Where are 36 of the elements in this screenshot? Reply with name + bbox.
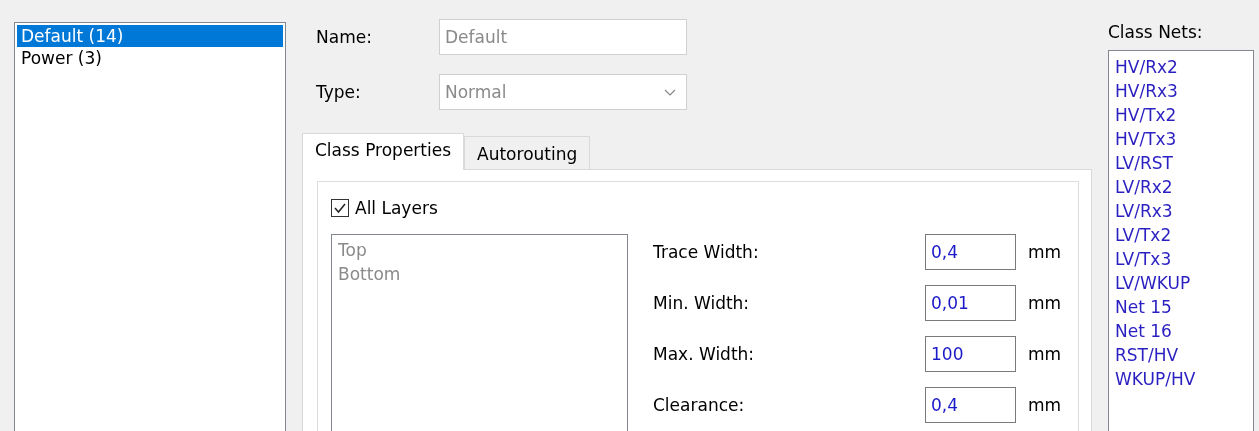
net-item[interactable]: LV/RST bbox=[1115, 151, 1247, 175]
type-label: Type: bbox=[315, 82, 362, 102]
property-label: Min. Width: bbox=[653, 293, 751, 313]
property-label: Clearance: bbox=[653, 395, 746, 415]
net-item[interactable]: LV/WKUP bbox=[1115, 271, 1247, 295]
net-item[interactable]: Net 15 bbox=[1115, 295, 1247, 319]
net-item[interactable]: LV/Tx2 bbox=[1115, 223, 1247, 247]
net-item[interactable]: LV/Rx2 bbox=[1115, 175, 1247, 199]
property-field[interactable]: 0,4 bbox=[925, 234, 1016, 270]
property-field[interactable]: 0,01 bbox=[925, 285, 1016, 321]
name-label: Name: bbox=[315, 27, 373, 47]
net-item[interactable]: Net 16 bbox=[1115, 319, 1247, 343]
unit-label: mm bbox=[1028, 242, 1062, 262]
class-item[interactable]: Default (14) bbox=[17, 25, 283, 47]
unit-label: mm bbox=[1028, 293, 1062, 313]
tab[interactable]: Autorouting bbox=[464, 136, 591, 169]
property-field[interactable]: 100 bbox=[925, 336, 1016, 372]
tab[interactable]: Class Properties bbox=[302, 133, 465, 170]
property-field[interactable]: 0,4 bbox=[925, 387, 1016, 423]
net-item[interactable]: HV/Tx3 bbox=[1115, 127, 1247, 151]
class-item[interactable]: Power (3) bbox=[17, 47, 283, 69]
class-nets-label: Class Nets: bbox=[1108, 22, 1204, 42]
net-item[interactable]: LV/Rx3 bbox=[1115, 199, 1247, 223]
net-item[interactable]: WKUP/HV bbox=[1115, 367, 1247, 391]
unit-label: mm bbox=[1028, 395, 1062, 415]
net-item[interactable]: LV/Tx3 bbox=[1115, 247, 1247, 271]
all-layers-checkbox[interactable] bbox=[331, 199, 349, 217]
net-item[interactable]: HV/Rx2 bbox=[1115, 55, 1247, 79]
net-item[interactable]: HV/Tx2 bbox=[1115, 103, 1247, 127]
all-layers-label: All Layers bbox=[355, 198, 438, 218]
unit-label: mm bbox=[1028, 344, 1062, 364]
net-item[interactable]: RST/HV bbox=[1115, 343, 1247, 367]
net-item[interactable]: HV/Rx3 bbox=[1115, 79, 1247, 103]
property-label: Trace Width: bbox=[653, 242, 760, 262]
property-label: Max. Width: bbox=[653, 344, 756, 364]
chevron-down-icon bbox=[664, 88, 676, 96]
